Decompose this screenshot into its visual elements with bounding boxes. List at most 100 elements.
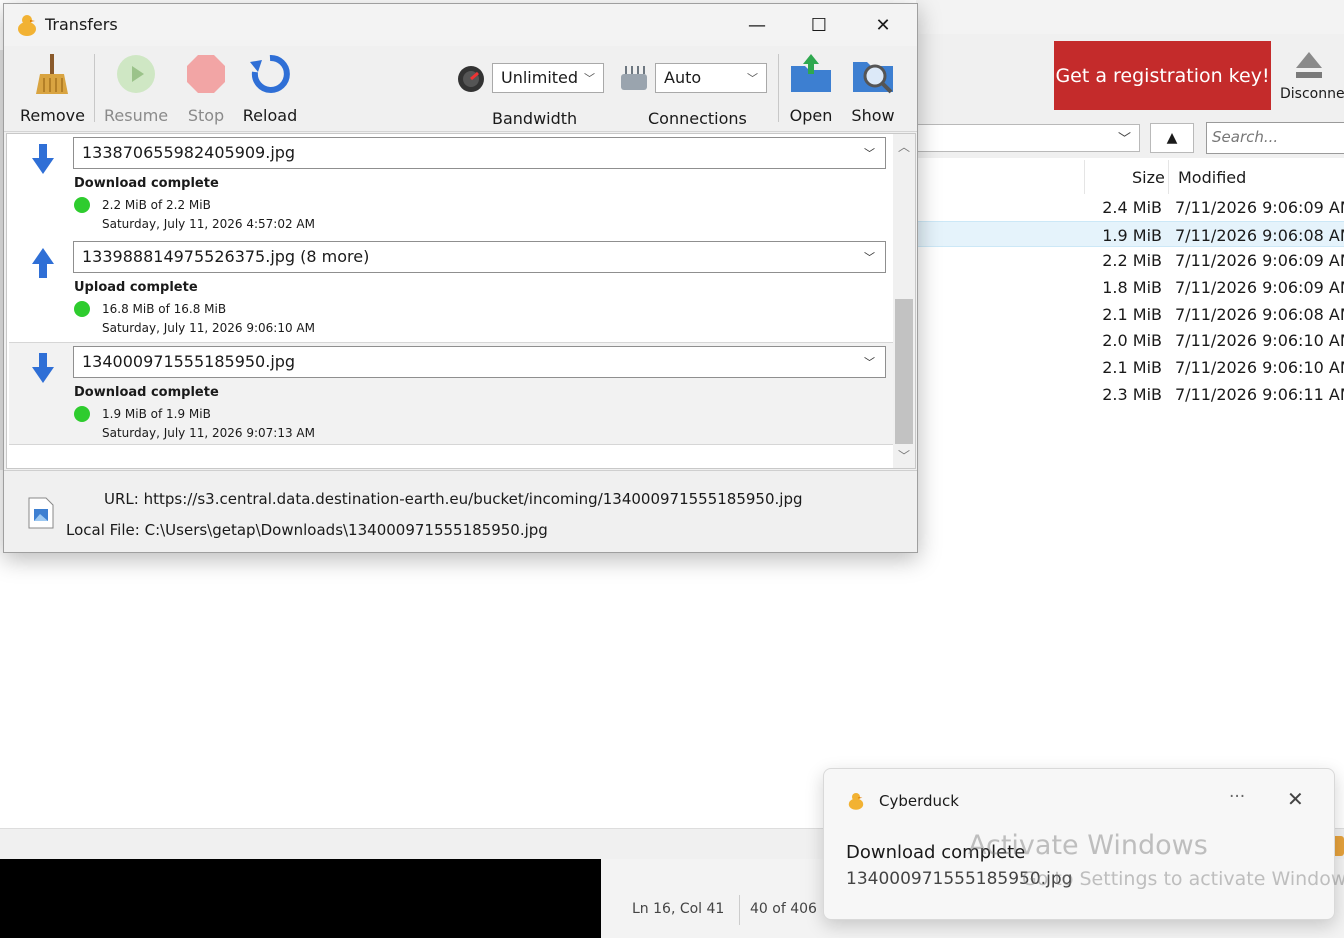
url-value[interactable]: https://s3.central.data.destination-eart… [144, 490, 803, 508]
transfer-file-select[interactable]: 133988814975526375.jpg (8 more) ﹀ [73, 241, 886, 273]
table-row[interactable]: 2.1 MiB 7/11/2026 9:06:08 AM [916, 301, 1344, 328]
disconnect-button[interactable]: Disconnect [1280, 48, 1344, 112]
activation-watermark-sub: Go to Settings to activate Windows. [1022, 868, 1344, 890]
column-modified[interactable]: Modified [1178, 168, 1246, 187]
broom-icon [36, 54, 68, 94]
cyberduck-icon [18, 15, 36, 36]
toast-close-icon[interactable]: ✕ [1287, 787, 1304, 811]
transfer-item[interactable]: 133870655982405909.jpg ﹀ Download complet… [9, 134, 893, 237]
toast-app-name: Cyberduck [879, 792, 959, 810]
parent-folder-button[interactable]: ▲ [1150, 123, 1194, 153]
transfer-progress: 16.8 MiB of 16.8 MiB [102, 302, 227, 316]
selection-count[interactable]: 40 of 406 [750, 901, 817, 917]
file-size: 2.1 MiB [1102, 358, 1162, 378]
resume-label: Resume [104, 106, 169, 125]
stop-icon [187, 55, 225, 93]
file-size: 2.0 MiB [1102, 331, 1162, 351]
file-modified: 7/11/2026 9:06:08 AM [1175, 225, 1344, 245]
file-modified: 7/11/2026 9:06:11 AM [1175, 384, 1344, 404]
transfer-list: 133870655982405909.jpg ﹀ Download complet… [6, 133, 916, 469]
transfer-filename: 133988814975526375.jpg (8 more) [82, 247, 370, 266]
transfer-file-select[interactable]: 133870655982405909.jpg ﹀ [73, 137, 886, 169]
file-modified: 7/11/2026 9:06:09 AM [1175, 198, 1344, 217]
scrollbar[interactable]: ︿ ﹀ [893, 134, 915, 468]
stop-button[interactable]: Stop [174, 52, 238, 125]
column-size[interactable]: Size [1132, 168, 1165, 187]
transfers-window: Transfers — ☐ ✕ Remove Resume Stop Reloa… [3, 3, 918, 553]
cyberduck-icon [848, 793, 864, 810]
transfer-file-select[interactable]: 134000971555185950.jpg ﹀ [73, 346, 886, 378]
minimize-button[interactable]: — [726, 4, 788, 46]
bandwidth-select[interactable]: Unlimited ﹀ [492, 63, 604, 93]
download-arrow-icon [32, 353, 54, 383]
scroll-up-icon[interactable]: ︿ [898, 138, 910, 155]
cursor-position[interactable]: Ln 16, Col 41 [632, 901, 724, 917]
file-size: 1.8 MiB [1102, 278, 1162, 298]
bandwidth-label: Bandwidth [492, 109, 578, 128]
connections-value: Auto [664, 68, 702, 87]
file-size: 2.2 MiB [1102, 251, 1162, 271]
url-line: URL: https://s3.central.data.destination… [104, 490, 803, 508]
title-bar [916, 0, 1344, 34]
transfer-item[interactable]: 134000971555185950.jpg ﹀ Download complet… [9, 342, 893, 445]
transfer-filename: 133870655982405909.jpg [82, 143, 296, 162]
folder-open-icon [791, 54, 831, 92]
table-row[interactable]: 2.1 MiB 7/11/2026 9:06:10 AM [916, 354, 1344, 381]
status-dot-icon [74, 406, 90, 422]
bandwidth-value: Unlimited [501, 68, 579, 87]
chevron-down-icon: ﹀ [1117, 132, 1131, 147]
transfer-progress: 2.2 MiB of 2.2 MiB [102, 198, 211, 212]
file-size: 2.4 MiB [1102, 198, 1162, 217]
transfer-date: Saturday, July 11, 2026 9:07:13 AM [102, 426, 315, 440]
remove-button[interactable]: Remove [20, 52, 85, 125]
bandwidth-icon [458, 66, 484, 92]
window-title: Transfers [45, 15, 118, 34]
registration-key-button[interactable]: Get a registration key! [1054, 41, 1271, 110]
transfers-toolbar: Remove Resume Stop Reload Unlimited ﹀ Ba… [4, 46, 917, 132]
open-label: Open [789, 106, 833, 125]
table-row[interactable]: 1.9 MiB 7/11/2026 9:06:08 AM [916, 220, 1344, 248]
reload-icon [250, 54, 290, 93]
transfer-date: Saturday, July 11, 2026 9:06:10 AM [102, 321, 315, 335]
transfers-title-bar[interactable]: Transfers — ☐ ✕ [4, 4, 917, 46]
table-row[interactable]: 2.0 MiB 7/11/2026 9:06:10 AM [916, 327, 1344, 354]
resume-button[interactable]: Resume [104, 52, 168, 125]
close-button[interactable]: ✕ [852, 4, 914, 46]
scroll-down-icon[interactable]: ﹀ [898, 447, 910, 464]
table-row[interactable]: 1.8 MiB 7/11/2026 9:06:09 AM [916, 274, 1344, 301]
file-size: 2.3 MiB [1102, 384, 1162, 404]
play-icon [117, 55, 155, 93]
status-dot-icon [74, 197, 90, 213]
file-modified: 7/11/2026 9:06:10 AM [1175, 331, 1344, 351]
maximize-button[interactable]: ☐ [788, 4, 850, 46]
local-file-value[interactable]: C:\Users\getap\Downloads\134000971555185… [145, 521, 548, 539]
transfer-details: URL: https://s3.central.data.destination… [4, 470, 917, 552]
file-modified: 7/11/2026 9:06:10 AM [1175, 358, 1344, 378]
table-row[interactable]: 2.3 MiB 7/11/2026 9:06:11 AM [916, 381, 1344, 408]
file-list: 2.4 MiB 7/11/2026 9:06:09 AM 1.9 MiB 7/11/… [916, 194, 1344, 408]
open-button[interactable]: Open [784, 52, 838, 125]
transfer-date: Saturday, July 11, 2026 4:57:02 AM [102, 217, 315, 231]
file-modified: 7/11/2026 9:06:09 AM [1175, 278, 1344, 298]
table-row[interactable]: 2.2 MiB 7/11/2026 9:06:09 AM [916, 247, 1344, 274]
activation-watermark: Activate Windows [968, 830, 1208, 861]
stop-label: Stop [187, 106, 225, 125]
file-size: 2.1 MiB [1102, 304, 1162, 324]
search-input[interactable]: Search... [1206, 122, 1344, 154]
connections-select[interactable]: Auto ﹀ [655, 63, 767, 93]
transfer-item[interactable]: 133988814975526375.jpg (8 more) ﹀ Upload … [9, 238, 893, 341]
download-arrow-icon [32, 144, 54, 174]
reload-button[interactable]: Reload [238, 52, 302, 125]
table-row[interactable]: 2.4 MiB 7/11/2026 9:06:09 AM [916, 194, 1344, 221]
chevron-down-icon: ﹀ [864, 251, 875, 264]
more-icon[interactable]: ··· [1229, 787, 1245, 807]
remove-label: Remove [20, 106, 85, 125]
disconnect-label: Disconnect [1280, 86, 1344, 102]
connections-icon [621, 66, 647, 90]
scrollbar-thumb[interactable] [895, 299, 913, 444]
show-button[interactable]: Show [846, 52, 900, 125]
path-dropdown[interactable]: ﹀ [916, 124, 1140, 152]
file-size: 1.9 MiB [1102, 225, 1162, 245]
transfer-status: Download complete [74, 176, 219, 191]
chevron-down-icon: ﹀ [747, 72, 758, 85]
